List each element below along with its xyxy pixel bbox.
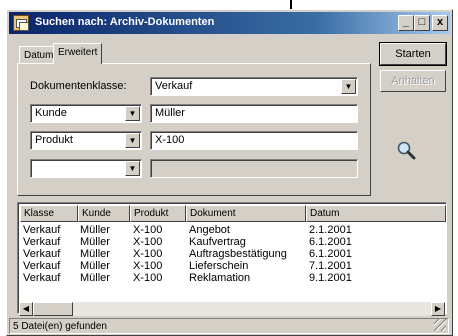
criteria-value-input-1[interactable]: Müller [150,104,358,123]
criteria-field-value-2: Produkt [35,134,73,146]
criteria-value-text-1: Müller [155,107,185,119]
close-button[interactable]: x [432,15,448,31]
cell-dokument: Angebot [189,224,230,236]
app-icon [13,15,29,31]
cell-datum: 6.1.2001 [309,248,352,260]
cell-produkt: X-100 [133,260,163,272]
status-bar: 5 Datei(en) gefunden [9,318,449,334]
cell-datum: 9.1.2001 [309,272,352,284]
column-header-kunde[interactable]: Kunde [78,205,130,222]
cell-klasse: Verkauf [23,236,61,248]
cell-kunde: Müller [80,260,110,272]
chevron-down-icon[interactable]: ▼ [125,161,140,176]
minimize-button[interactable]: _ [398,15,414,31]
status-text: 5 Datei(en) gefunden [13,321,107,332]
search-dialog: Suchen nach: Archiv-Dokumenten _ □ x Dat… [6,9,453,336]
cell-kunde: Müller [80,272,110,284]
criteria-value-input-2[interactable]: X-100 [150,131,358,150]
cell-klasse: Verkauf [23,224,61,236]
criteria-value-input-3[interactable] [150,159,358,178]
doc-class-select[interactable]: Verkauf ▼ [150,77,358,96]
chevron-down-icon[interactable]: ▼ [125,133,140,148]
doc-class-label: Dokumentenklasse: [30,80,127,92]
window-title: Suchen nach: Archiv-Dokumenten [35,16,215,28]
cell-dokument: Auftragsbestätigung [189,248,287,260]
chevron-down-icon[interactable]: ▼ [341,79,356,94]
cell-kunde: Müller [80,236,110,248]
cell-datum: 7.1.2001 [309,260,352,272]
cell-produkt: X-100 [133,236,163,248]
column-header-dokument[interactable]: Dokument [186,205,306,222]
criteria-field-value-1: Kunde [35,107,67,119]
doc-class-value: Verkauf [155,80,193,92]
criteria-field-select-1[interactable]: Kunde ▼ [30,104,142,123]
cell-klasse: Verkauf [23,260,61,272]
magnifier-icon [397,141,416,160]
cell-klasse: Verkauf [23,272,61,284]
stop-button[interactable]: Anhalten [380,70,446,92]
cell-kunde: Müller [80,248,110,260]
cell-produkt: X-100 [133,224,163,236]
criteria-value-text-2: X-100 [155,134,185,146]
scroll-right-icon[interactable]: ▶ [431,302,445,316]
title-bar[interactable]: Suchen nach: Archiv-Dokumenten _ □ x [9,12,450,34]
cell-produkt: X-100 [133,272,163,284]
maximize-button[interactable]: □ [414,15,430,31]
cell-datum: 2.1.2001 [309,224,352,236]
tab-panel-erweitert: Dokumentenklasse: Verkauf ▼ Kunde ▼ Müll… [17,63,371,196]
horizontal-scrollbar[interactable]: ◀ ▶ [19,302,445,316]
scroll-left-icon[interactable]: ◀ [19,302,33,316]
start-button[interactable]: Starten [379,42,447,66]
cell-klasse: Verkauf [23,248,61,260]
chevron-down-icon[interactable]: ▼ [125,106,140,121]
cell-kunde: Müller [80,224,110,236]
scroll-thumb[interactable] [33,302,73,316]
column-header-produkt[interactable]: Produkt [130,205,186,222]
resize-grip-icon[interactable] [434,319,446,331]
cell-produkt: X-100 [133,248,163,260]
cell-dokument: Reklamation [189,272,251,284]
top-edge-line [290,0,292,9]
column-header-klasse[interactable]: Klasse [20,205,78,222]
results-list[interactable]: Klasse Kunde Produkt Dokument Datum Verk… [17,202,447,314]
criteria-field-select-2[interactable]: Produkt ▼ [30,131,142,150]
cell-dokument: Lieferschein [189,260,249,272]
cell-datum: 6.1.2001 [309,236,352,248]
column-header-datum[interactable]: Datum [306,205,446,222]
criteria-field-select-3[interactable]: ▼ [30,159,142,178]
cell-dokument: Kaufvertrag [189,236,246,248]
tab-erweitert[interactable]: Erweitert [53,43,103,64]
